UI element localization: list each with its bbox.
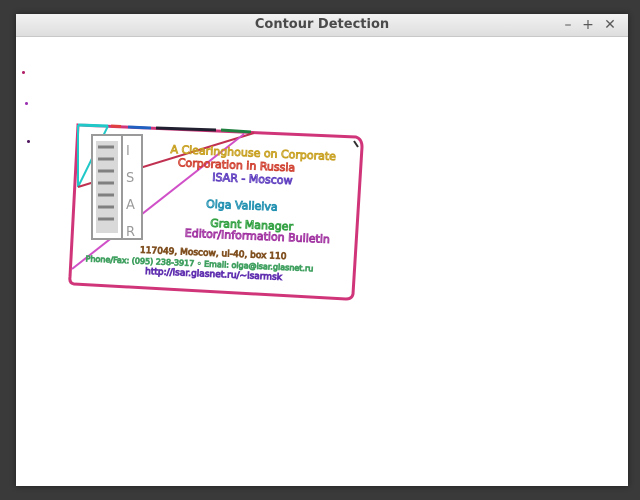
close-button[interactable]: ✕ [600, 15, 620, 35]
edge-segment [127, 125, 152, 130]
contour-overlay: I S A R A Clearinghouse on Corporate Cor… [68, 123, 364, 301]
maximize-button[interactable]: + [578, 15, 598, 35]
minimize-button[interactable]: – [558, 15, 578, 35]
edge-segment [220, 128, 252, 134]
corner-mark [353, 140, 359, 148]
logo-letter: S [126, 171, 134, 186]
image-canvas: I S A R A Clearinghouse on Corporate Cor… [16, 37, 628, 486]
logo-letter: R [126, 225, 135, 240]
edge-segment [155, 126, 217, 132]
logo-letter: A [126, 198, 135, 213]
edge-segment [110, 124, 122, 128]
app-window: Contour Detection – + ✕ I S A R A Cleari… [16, 14, 628, 486]
title-bar[interactable]: Contour Detection – + ✕ [16, 14, 628, 37]
card-person-title: Editor/Information Bulletin [185, 227, 331, 246]
edge-segment [77, 123, 109, 128]
card-person-name: Olga Valieiva [206, 198, 278, 214]
logo-block: I S A R [91, 134, 143, 240]
window-title: Contour Detection [254, 17, 390, 32]
card-org-line: ISAR - Moscow [212, 171, 293, 187]
logo-letter: I [126, 144, 130, 159]
